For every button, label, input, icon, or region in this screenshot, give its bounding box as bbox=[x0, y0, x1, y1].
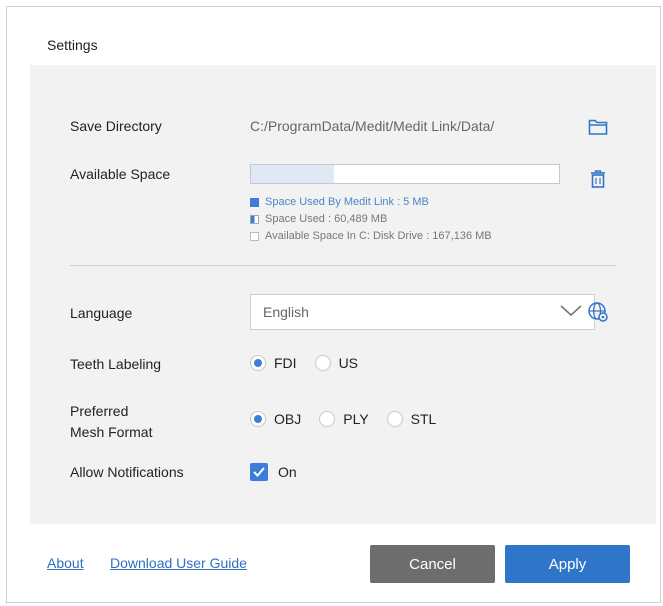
legend-swatch-empty bbox=[250, 231, 259, 241]
radio-ply[interactable]: PLY bbox=[319, 411, 369, 427]
dialog-title: Settings bbox=[47, 37, 98, 53]
settings-panel: Save Directory C:/ProgramData/Medit/Medi… bbox=[30, 65, 656, 524]
globe-settings-icon[interactable] bbox=[586, 300, 610, 324]
teeth-labeling-options: FDI US bbox=[250, 355, 376, 371]
mesh-format-options: OBJ PLY STL bbox=[250, 411, 454, 427]
mesh-format-label-line1: Preferred bbox=[70, 403, 129, 419]
teeth-labeling-label: Teeth Labeling bbox=[70, 356, 162, 372]
radio-dot-fdi bbox=[250, 355, 266, 371]
radio-ply-label: PLY bbox=[343, 411, 369, 427]
legend-used-space: Space Used : 60,489 MB bbox=[250, 213, 387, 225]
legend-available-space: Available Space In C: Disk Drive : 167,1… bbox=[250, 230, 492, 242]
radio-fdi[interactable]: FDI bbox=[250, 355, 297, 371]
language-label: Language bbox=[70, 305, 133, 321]
notifications-checkbox-label: On bbox=[278, 464, 297, 480]
language-value: English bbox=[263, 304, 309, 320]
chevron-down-icon bbox=[560, 304, 582, 320]
available-space-label: Available Space bbox=[70, 166, 171, 182]
trash-icon[interactable] bbox=[586, 167, 610, 191]
notifications-label: Allow Notifications bbox=[70, 464, 184, 480]
radio-dot-ply bbox=[319, 411, 336, 427]
folder-icon[interactable] bbox=[586, 115, 610, 139]
radio-obj[interactable]: OBJ bbox=[250, 411, 301, 427]
settings-dialog: Settings Save Directory C:/ProgramData/M… bbox=[6, 6, 661, 603]
legend-swatch-blue bbox=[250, 197, 259, 207]
notifications-checkbox[interactable]: On bbox=[250, 463, 297, 481]
checkmark-icon bbox=[250, 463, 268, 481]
radio-dot-stl bbox=[386, 411, 403, 427]
cancel-button[interactable]: Cancel bbox=[370, 545, 495, 583]
mesh-format-label: Preferred Mesh Format bbox=[70, 401, 152, 443]
legend-medit-text: Space Used By Medit Link : 5 MB bbox=[265, 196, 429, 208]
radio-us-label: US bbox=[338, 355, 359, 371]
legend-swatch-half bbox=[250, 214, 259, 224]
save-directory-path: C:/ProgramData/Medit/Medit Link/Data/ bbox=[250, 118, 495, 134]
mesh-format-label-line2: Mesh Format bbox=[70, 424, 153, 440]
radio-stl[interactable]: STL bbox=[386, 411, 437, 427]
save-directory-label: Save Directory bbox=[70, 118, 162, 134]
apply-button[interactable]: Apply bbox=[505, 545, 630, 583]
section-divider bbox=[70, 265, 616, 266]
radio-dot-us bbox=[314, 355, 331, 371]
disk-usage-bar bbox=[250, 164, 560, 184]
download-user-guide-link[interactable]: Download User Guide bbox=[110, 555, 247, 571]
radio-obj-label: OBJ bbox=[274, 411, 302, 427]
radio-us[interactable]: US bbox=[314, 355, 359, 371]
radio-fdi-label: FDI bbox=[274, 355, 297, 371]
legend-available-text: Available Space In C: Disk Drive : 167,1… bbox=[265, 230, 492, 242]
radio-dot-obj bbox=[250, 411, 266, 427]
legend-used-text: Space Used : 60,489 MB bbox=[265, 213, 388, 225]
disk-usage-fill bbox=[251, 165, 335, 183]
about-link[interactable]: About bbox=[47, 555, 84, 571]
language-select[interactable]: English bbox=[250, 294, 595, 330]
radio-stl-label: STL bbox=[410, 411, 437, 427]
legend-medit-usage: Space Used By Medit Link : 5 MB bbox=[250, 196, 429, 208]
